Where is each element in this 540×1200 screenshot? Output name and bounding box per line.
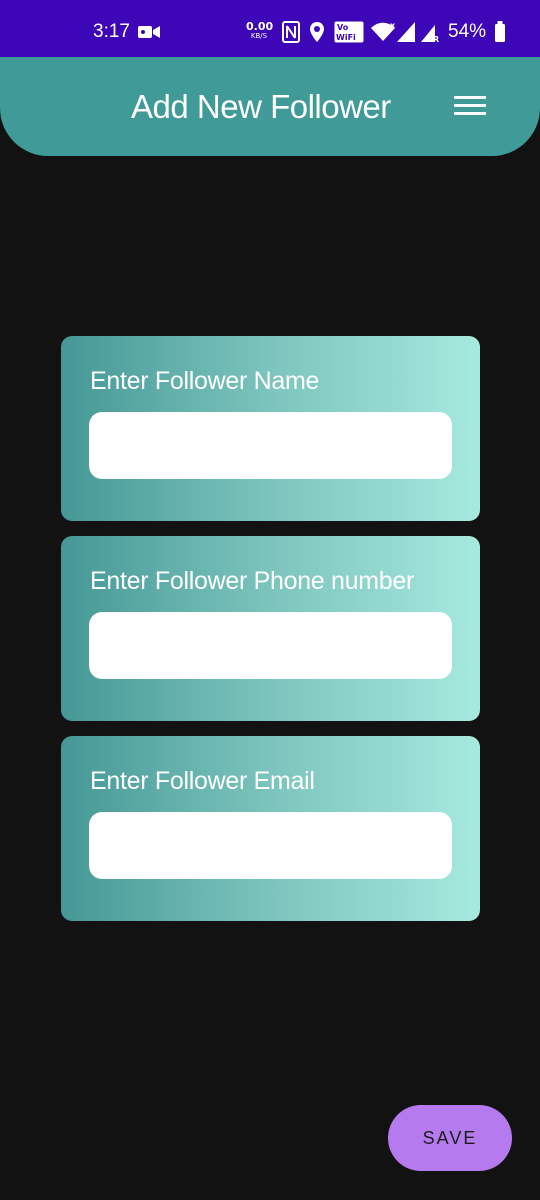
follower-phone-label: Enter Follower Phone number bbox=[90, 567, 415, 595]
nfc-icon bbox=[282, 21, 300, 43]
menu-line bbox=[454, 112, 486, 115]
menu-line bbox=[454, 104, 486, 107]
status-bar: 3:17 0.00 KB/S Vo WiFi x R 54% bbox=[0, 0, 540, 57]
vowifi-icon: Vo WiFi bbox=[334, 21, 364, 43]
network-speed: 0.00 KB/S bbox=[246, 20, 274, 40]
follower-email-input[interactable] bbox=[89, 812, 452, 879]
follower-email-label: Enter Follower Email bbox=[90, 767, 315, 795]
video-camera-icon bbox=[138, 26, 160, 38]
save-button[interactable]: SAVE bbox=[388, 1105, 512, 1171]
wifi-icon: x bbox=[371, 21, 396, 41]
page-title: Add New Follower bbox=[131, 88, 391, 125]
screen: 3:17 0.00 KB/S Vo WiFi x R 54% Add New F… bbox=[0, 0, 540, 1200]
svg-text:WiFi: WiFi bbox=[336, 33, 356, 42]
follower-phone-input[interactable] bbox=[89, 612, 452, 679]
follower-phone-card: Enter Follower Phone number bbox=[61, 536, 480, 721]
battery-percent: 54% bbox=[448, 21, 487, 42]
svg-text:R: R bbox=[433, 35, 439, 43]
follower-name-card: Enter Follower Name bbox=[61, 336, 480, 521]
network-speed-unit: KB/S bbox=[250, 32, 268, 40]
follower-name-input[interactable] bbox=[89, 412, 452, 479]
hamburger-menu-icon[interactable] bbox=[448, 87, 490, 125]
location-icon bbox=[310, 22, 324, 42]
menu-line bbox=[454, 96, 486, 99]
app-header: Add New Follower bbox=[0, 57, 540, 156]
follower-name-label: Enter Follower Name bbox=[90, 367, 320, 395]
network-speed-value: 0.00 bbox=[246, 20, 274, 33]
follower-email-card: Enter Follower Email bbox=[61, 736, 480, 921]
svg-text:Vo: Vo bbox=[337, 23, 349, 32]
status-time: 3:17 bbox=[93, 21, 130, 42]
signal-icon bbox=[397, 22, 415, 42]
signal-roaming-icon: R bbox=[421, 25, 439, 43]
battery-icon bbox=[495, 21, 505, 42]
